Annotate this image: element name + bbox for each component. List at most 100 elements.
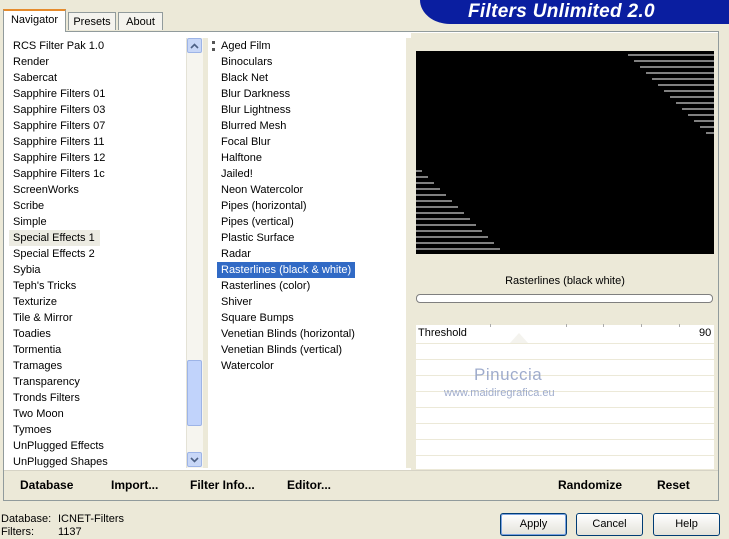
list-item[interactable]: UnPlugged Shapes	[9, 454, 187, 470]
scroll-up-button[interactable]	[187, 38, 202, 53]
category-scrollbar[interactable]	[186, 38, 203, 468]
watermark-name: Pinuccia	[474, 365, 543, 384]
tab-about[interactable]: About	[118, 12, 163, 30]
help-button[interactable]: Help	[653, 513, 720, 536]
list-item[interactable]: Simple	[9, 214, 187, 230]
list-item[interactable]: UnPlugged Effects	[9, 438, 187, 454]
list-item[interactable]: Black Net	[217, 70, 407, 86]
list-item[interactable]: Tormentia	[9, 342, 187, 358]
list-item-label: Sapphire Filters 11	[13, 136, 105, 148]
list-item[interactable]: Sybia	[9, 262, 187, 278]
list-item-label: Toadies	[13, 328, 51, 340]
list-item-label: Binoculars	[221, 56, 273, 68]
list-item-label: Transparency	[13, 376, 80, 388]
list-item[interactable]: Two Moon	[9, 406, 187, 422]
list-item[interactable]: Scribe	[9, 198, 187, 214]
scroll-thumb[interactable]	[187, 360, 202, 426]
list-item-label: UnPlugged Effects	[13, 440, 104, 452]
list-item[interactable]: Shiver	[217, 294, 407, 310]
list-item[interactable]: Focal Blur	[217, 134, 407, 150]
apply-button[interactable]: Apply	[500, 513, 567, 536]
list-item-label: Neon Watercolor	[221, 184, 304, 196]
cancel-button[interactable]: Cancel	[576, 513, 643, 536]
list-item[interactable]: Sapphire Filters 1c	[9, 166, 187, 182]
list-item-label: Blur Darkness	[221, 88, 291, 100]
list-item[interactable]: Radar	[217, 246, 407, 262]
list-item[interactable]: Tronds Filters	[9, 390, 187, 406]
list-item[interactable]: Special Effects 1	[9, 230, 187, 246]
list-item[interactable]: Neon Watercolor	[217, 182, 407, 198]
list-item[interactable]: Texturize	[9, 294, 187, 310]
list-item[interactable]: Tymoes	[9, 422, 187, 438]
scroll-down-button[interactable]	[187, 452, 202, 467]
list-item[interactable]: Render	[9, 54, 187, 70]
list-item[interactable]: ScreenWorks	[9, 182, 187, 198]
import-button[interactable]: Import...	[111, 478, 158, 492]
list-item[interactable]: Tramages	[9, 358, 187, 374]
tab-navigator[interactable]: Navigator	[3, 9, 66, 32]
list-item[interactable]: Sabercat	[9, 70, 187, 86]
list-item-label: Render	[13, 56, 50, 68]
list-item-label: Two Moon	[13, 408, 64, 420]
status-database-value: ICNET-Filters	[58, 513, 124, 525]
filter-info-button[interactable]: Filter Info...	[190, 478, 255, 492]
list-item[interactable]: Pipes (horizontal)	[217, 198, 407, 214]
list-item[interactable]: Transparency	[9, 374, 187, 390]
list-item[interactable]: Sapphire Filters 11	[9, 134, 187, 150]
list-item[interactable]: Pipes (vertical)	[217, 214, 407, 230]
list-item-label: Rasterlines (black & white)	[217, 262, 356, 278]
list-item-label: Venetian Blinds (vertical)	[221, 344, 343, 356]
list-item-label: Tormentia	[13, 344, 62, 356]
preview-canvas	[416, 54, 714, 250]
randomize-button[interactable]: Randomize	[558, 478, 622, 492]
list-item-label: ScreenWorks	[13, 184, 79, 196]
list-item[interactable]: Watercolor	[217, 358, 407, 374]
list-item-label: Tile & Mirror	[13, 312, 73, 324]
list-item-label: RCS Filter Pak 1.0	[13, 40, 105, 52]
list-item[interactable]: Sapphire Filters 01	[9, 86, 187, 102]
list-item[interactable]: Venetian Blinds (vertical)	[217, 342, 407, 358]
list-item[interactable]: Jailed!	[217, 166, 407, 182]
list-item[interactable]: Blur Lightness	[217, 102, 407, 118]
editor-button[interactable]: Editor...	[287, 478, 331, 492]
category-list[interactable]: RCS Filter Pak 1.0 Render Sabercat Sapphire…	[9, 38, 187, 470]
list-item[interactable]: Aged Film	[217, 38, 407, 54]
list-item-label: Tymoes	[13, 424, 52, 436]
list-item[interactable]: Tile & Mirror	[9, 310, 187, 326]
list-item[interactable]: Sapphire Filters 07	[9, 118, 187, 134]
list-item[interactable]: Rasterlines (color)	[217, 278, 407, 294]
list-item[interactable]: Halftone	[217, 150, 407, 166]
list-item-label: Focal Blur	[221, 136, 271, 148]
list-item-label: Shiver	[221, 296, 253, 308]
list-item[interactable]: Plastic Surface	[217, 230, 407, 246]
threshold-value: 90	[699, 327, 712, 339]
list-item[interactable]: Binoculars	[217, 54, 407, 70]
reset-button[interactable]: Reset	[657, 478, 690, 492]
list-item-label: Halftone	[221, 152, 262, 164]
watermark-url: www.maidiregrafica.eu	[444, 387, 555, 399]
list-item[interactable]: Special Effects 2	[9, 246, 187, 262]
list-item[interactable]: Teph's Tricks	[9, 278, 187, 294]
slider-thumb-icon[interactable]	[510, 333, 528, 343]
list-item[interactable]: Blur Darkness	[217, 86, 407, 102]
list-item[interactable]: RCS Filter Pak 1.0	[9, 38, 187, 54]
list-item-label: Watercolor	[221, 360, 274, 372]
list-item-label: Pipes (vertical)	[221, 216, 294, 228]
list-item[interactable]: Toadies	[9, 326, 187, 342]
list-item-label: Blur Lightness	[221, 104, 291, 116]
list-item-label: Sapphire Filters 12	[13, 152, 106, 164]
database-button[interactable]: Database	[20, 478, 73, 492]
list-item[interactable]: Blurred Mesh	[217, 118, 407, 134]
status-filters-value: 1137	[58, 526, 82, 538]
tab-presets[interactable]: Presets	[68, 12, 116, 30]
list-item[interactable]: Sapphire Filters 12	[9, 150, 187, 166]
list-item-label: Sapphire Filters 07	[13, 120, 106, 132]
list-divider	[203, 38, 208, 468]
list-item[interactable]: Venetian Blinds (horizontal)	[217, 326, 407, 342]
list-item[interactable]: Square Bumps	[217, 310, 407, 326]
list-item-label: Tronds Filters	[13, 392, 80, 404]
list-item[interactable]: Sapphire Filters 03	[9, 102, 187, 118]
list-item-label: UnPlugged Shapes	[13, 456, 108, 468]
list-item[interactable]: Rasterlines (black & white)	[217, 262, 407, 278]
filter-list[interactable]: Aged Film Binoculars Black Net Blur Darknes…	[217, 38, 407, 470]
